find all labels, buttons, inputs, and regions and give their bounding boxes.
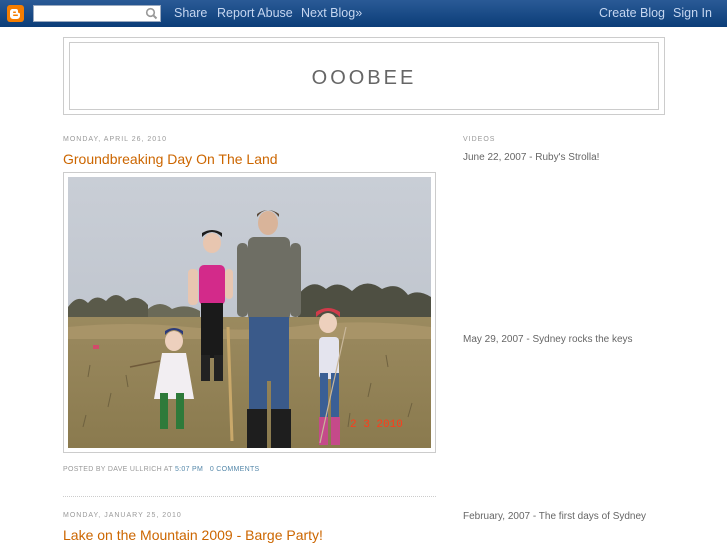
blogger-navbar: Share Report Abuse Next Blog» Create Blo… xyxy=(0,0,727,27)
sign-in-link[interactable]: Sign In xyxy=(673,6,712,20)
blogger-logo-icon[interactable] xyxy=(7,5,24,22)
sidebar-heading-videos: Videos xyxy=(463,136,496,143)
search-input[interactable] xyxy=(33,5,161,22)
post-comments-link[interactable]: 0 comments xyxy=(210,466,260,473)
blog-header: OOOBEE xyxy=(63,37,665,115)
search-icon[interactable] xyxy=(145,7,158,20)
post-title-link[interactable]: Groundbreaking Day On The Land xyxy=(63,151,278,167)
next-blog-link[interactable]: Next Blog» xyxy=(301,6,362,20)
post-title-link[interactable]: Lake on the Mountain 2009 - Barge Party! xyxy=(63,527,323,543)
share-link[interactable]: Share xyxy=(174,6,207,20)
family-photo[interactable]: 2 3 2010 xyxy=(68,177,431,448)
photo-date-stamp: 2 3 2010 xyxy=(350,419,403,431)
report-abuse-link[interactable]: Report Abuse xyxy=(217,6,293,20)
sidebar-video-item[interactable]: June 22, 2007 - Ruby's Strolla! xyxy=(463,152,599,163)
blog-header-inner: OOOBEE xyxy=(69,42,659,110)
create-blog-link[interactable]: Create Blog xyxy=(599,6,665,20)
post-footer: Posted by Dave Ullrich at 5:07 PM 0 comm… xyxy=(63,466,260,473)
blog-title[interactable]: OOOBEE xyxy=(70,67,658,90)
post-photo-frame: 2 3 2010 xyxy=(63,172,436,453)
post-divider xyxy=(63,496,436,497)
post-author-line: Posted by Dave Ullrich at xyxy=(63,466,173,473)
post-date-header: Monday, January 25, 2010 xyxy=(63,512,182,519)
sidebar-video-item[interactable]: February, 2007 - The first days of Sydne… xyxy=(463,511,646,522)
sidebar-video-item[interactable]: May 29, 2007 - Sydney rocks the keys xyxy=(463,334,633,345)
post-timestamp-link[interactable]: 5:07 PM xyxy=(175,466,203,473)
post-date-header: Monday, April 26, 2010 xyxy=(63,136,167,143)
